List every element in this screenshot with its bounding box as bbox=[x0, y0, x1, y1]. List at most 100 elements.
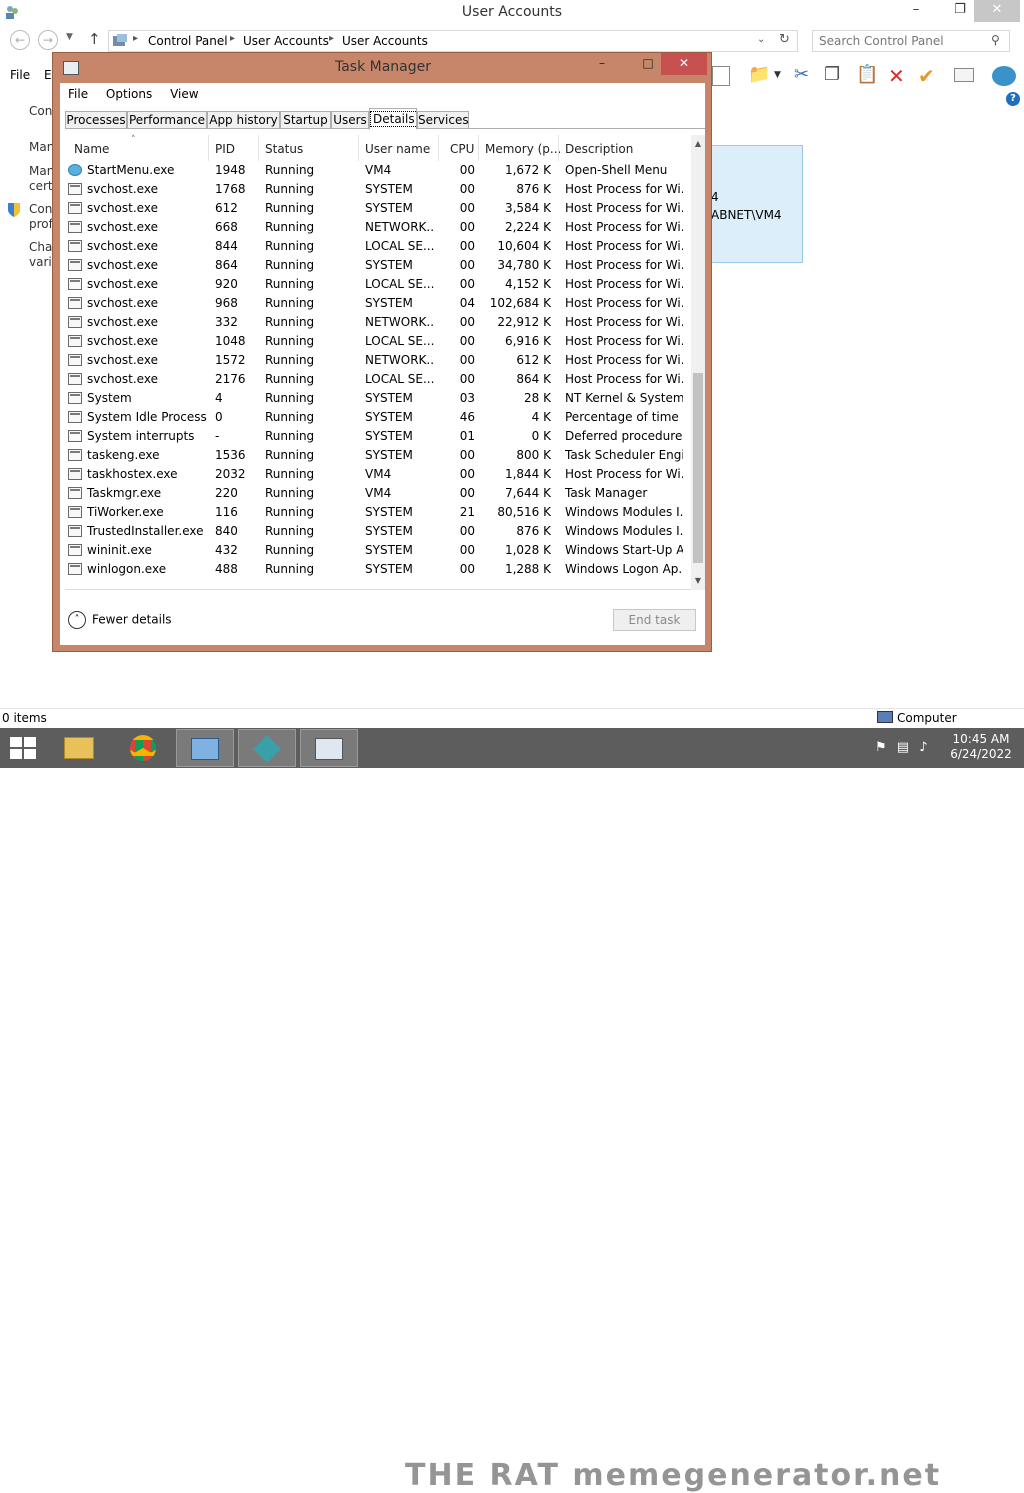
table-row[interactable]: taskeng.exe 1536 Running SYSTEM 00 800 K Task … bbox=[65, 446, 690, 465]
fewer-details-button[interactable]: ˄ Fewer details bbox=[68, 611, 172, 629]
recent-dropdown-icon[interactable]: ▼ bbox=[66, 32, 73, 42]
back-arrow-icon[interactable]: ← bbox=[10, 30, 30, 50]
column-name[interactable]: Name bbox=[74, 142, 109, 156]
table-row[interactable]: TrustedInstaller.exe 840 Running SYSTEM 00 87… bbox=[65, 522, 690, 541]
address-dropdown-icon[interactable]: ⌄ bbox=[757, 34, 765, 45]
tm-close-button[interactable]: ✕ bbox=[661, 53, 707, 75]
explorer-close-button[interactable]: ✕ bbox=[974, 0, 1020, 22]
process-memory: 864 K bbox=[516, 372, 551, 386]
process-description: Host Process for Wi... bbox=[565, 315, 683, 329]
view-icon[interactable] bbox=[712, 66, 730, 86]
process-pid: 116 bbox=[215, 505, 238, 519]
table-row[interactable]: System interrupts - Running SYSTEM 01 0 K Defe… bbox=[65, 427, 690, 446]
process-memory: 28 K bbox=[524, 391, 551, 405]
table-row[interactable]: Taskmgr.exe 220 Running VM4 00 7,644 K Task Ma… bbox=[65, 484, 690, 503]
column-cpu[interactable]: CPU bbox=[450, 142, 474, 156]
properties-icon[interactable] bbox=[954, 68, 974, 82]
table-row[interactable]: svchost.exe 2176 Running LOCAL SE... 00 864 K… bbox=[65, 370, 690, 389]
tm-minimize-button[interactable]: – bbox=[587, 53, 617, 75]
volume-icon[interactable]: ♪ bbox=[919, 740, 927, 755]
menu-edit-partial[interactable]: E bbox=[44, 68, 52, 82]
network-icon[interactable]: ▤ bbox=[897, 740, 909, 755]
tab-details[interactable]: Details bbox=[369, 108, 418, 130]
sidebar-link[interactable]: Man bbox=[29, 164, 54, 178]
scrollbar-thumb[interactable] bbox=[693, 373, 703, 563]
delete-icon[interactable]: ✕ bbox=[888, 64, 905, 88]
table-row[interactable]: svchost.exe 612 Running SYSTEM 00 3,584 K Host… bbox=[65, 199, 690, 218]
table-row[interactable]: wininit.exe 432 Running SYSTEM 00 1,028 K Wind… bbox=[65, 541, 690, 560]
forward-arrow-icon[interactable]: → bbox=[38, 30, 58, 50]
table-row[interactable]: svchost.exe 668 Running NETWORK... 00 2,224 K… bbox=[65, 218, 690, 237]
column-user-name[interactable]: User name bbox=[365, 142, 430, 156]
paste-icon[interactable]: 📋 bbox=[856, 64, 878, 85]
sidebar-link[interactable]: Con bbox=[29, 202, 52, 216]
tab-performance[interactable]: Performance bbox=[127, 111, 207, 129]
up-arrow-icon[interactable]: ↑ bbox=[88, 30, 101, 48]
address-bar[interactable]: ▸ Control Panel ▸ User Accounts ▸ User A… bbox=[108, 30, 798, 52]
breadcrumb-user-accounts-current[interactable]: User Accounts bbox=[342, 34, 428, 48]
file-explorer-taskbar-icon[interactable] bbox=[50, 729, 108, 767]
network-globe-icon[interactable] bbox=[992, 66, 1016, 86]
copy-icon[interactable]: ❐ bbox=[824, 64, 840, 85]
end-task-button[interactable]: End task bbox=[613, 609, 696, 631]
table-row[interactable]: winlogon.exe 488 Running SYSTEM 00 1,288 K Win… bbox=[65, 560, 690, 579]
dropdown-icon[interactable]: ▼ bbox=[774, 70, 781, 80]
menu-file[interactable]: File bbox=[68, 87, 88, 101]
sidebar-link[interactable]: Con bbox=[29, 104, 52, 118]
explorer-maximize-button[interactable]: ❐ bbox=[944, 0, 976, 22]
column-description[interactable]: Description bbox=[565, 142, 633, 156]
table-row[interactable]: StartMenu.exe 1948 Running VM4 00 1,672 K Open… bbox=[65, 161, 690, 180]
folder-options-icon[interactable]: 📁 bbox=[748, 64, 770, 85]
breadcrumb-user-accounts[interactable]: User Accounts bbox=[243, 34, 329, 48]
column-divider[interactable] bbox=[438, 135, 439, 161]
table-row[interactable]: System 4 Running SYSTEM 03 28 K NT Kernel & Sy… bbox=[65, 389, 690, 408]
table-row[interactable]: svchost.exe 1572 Running NETWORK... 00 612 K H… bbox=[65, 351, 690, 370]
table-row[interactable]: taskhostex.exe 2032 Running VM4 00 1,844 K Hos… bbox=[65, 465, 690, 484]
tab-services[interactable]: Services bbox=[417, 111, 469, 129]
table-row[interactable]: svchost.exe 864 Running SYSTEM 00 34,780 K Hos… bbox=[65, 256, 690, 275]
column-status[interactable]: Status bbox=[265, 142, 303, 156]
tab-startup[interactable]: Startup bbox=[280, 111, 331, 129]
column-divider[interactable] bbox=[358, 135, 359, 161]
help-icon[interactable]: ? bbox=[1006, 92, 1020, 106]
column-memory[interactable]: Memory (p... bbox=[485, 142, 561, 156]
tab-processes[interactable]: Processes bbox=[65, 111, 127, 129]
column-divider[interactable] bbox=[258, 135, 259, 161]
explorer-minimize-button[interactable]: – bbox=[900, 0, 932, 22]
table-row[interactable]: svchost.exe 920 Running LOCAL SE... 00 4,152 … bbox=[65, 275, 690, 294]
table-row[interactable]: svchost.exe 332 Running NETWORK... 00 22,912 … bbox=[65, 313, 690, 332]
installer-taskbar-icon[interactable] bbox=[238, 729, 296, 767]
tab-app-history[interactable]: App history bbox=[207, 111, 280, 129]
column-divider[interactable] bbox=[478, 135, 479, 161]
menu-file[interactable]: File bbox=[10, 68, 30, 82]
menu-view[interactable]: View bbox=[170, 87, 198, 101]
task-manager-taskbar-icon[interactable] bbox=[300, 729, 358, 767]
table-row[interactable]: svchost.exe 968 Running SYSTEM 04 102,684 K Ho… bbox=[65, 294, 690, 313]
tm-maximize-button[interactable]: □ bbox=[633, 53, 663, 75]
breadcrumb-control-panel[interactable]: Control Panel bbox=[148, 34, 228, 48]
process-memory: 34,780 K bbox=[497, 258, 551, 272]
clock[interactable]: 10:45 AM 6/24/2022 bbox=[946, 732, 1016, 762]
column-pid[interactable]: PID bbox=[215, 142, 235, 156]
sidebar-link[interactable]: Man bbox=[29, 140, 54, 154]
menu-options[interactable]: Options bbox=[106, 87, 152, 101]
tab-users[interactable]: Users bbox=[331, 111, 369, 129]
action-center-icon[interactable]: ⚑ bbox=[875, 740, 887, 755]
table-row[interactable]: TiWorker.exe 116 Running SYSTEM 21 80,516 K Wi… bbox=[65, 503, 690, 522]
table-row[interactable]: svchost.exe 844 Running LOCAL SE... 00 10,604… bbox=[65, 237, 690, 256]
table-row[interactable]: svchost.exe 1048 Running LOCAL SE... 00 6,916… bbox=[65, 332, 690, 351]
table-row[interactable]: System Idle Process 0 Running SYSTEM 46 4 K Pe… bbox=[65, 408, 690, 427]
column-divider[interactable] bbox=[208, 135, 209, 161]
scroll-up-icon[interactable]: ▲ bbox=[691, 137, 705, 151]
search-input[interactable]: Search Control Panel ⚲ bbox=[812, 30, 1010, 52]
refresh-icon[interactable]: ↻ bbox=[779, 32, 790, 47]
chrome-taskbar-icon[interactable] bbox=[114, 729, 172, 767]
cut-icon[interactable]: ✂ bbox=[794, 64, 809, 85]
scroll-down-icon[interactable]: ▼ bbox=[691, 574, 705, 588]
check-icon[interactable]: ✔ bbox=[918, 64, 935, 88]
vertical-scrollbar[interactable]: ▲ ▼ bbox=[691, 135, 705, 590]
table-row[interactable]: svchost.exe 1768 Running SYSTEM 00 876 K Host … bbox=[65, 180, 690, 199]
control-panel-taskbar-icon[interactable] bbox=[176, 729, 234, 767]
start-button[interactable] bbox=[10, 737, 38, 761]
column-divider[interactable] bbox=[558, 135, 559, 161]
